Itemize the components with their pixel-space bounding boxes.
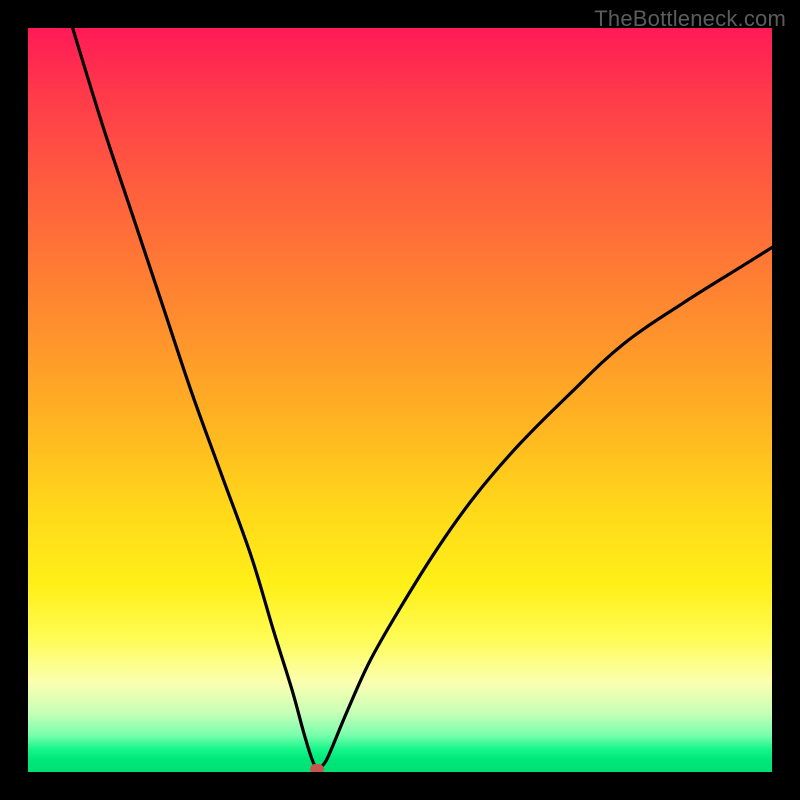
chart-plot-area	[28, 28, 772, 772]
chart-min-marker	[310, 764, 324, 772]
bottleneck-curve-path	[73, 28, 772, 768]
chart-curve-svg	[28, 28, 772, 772]
